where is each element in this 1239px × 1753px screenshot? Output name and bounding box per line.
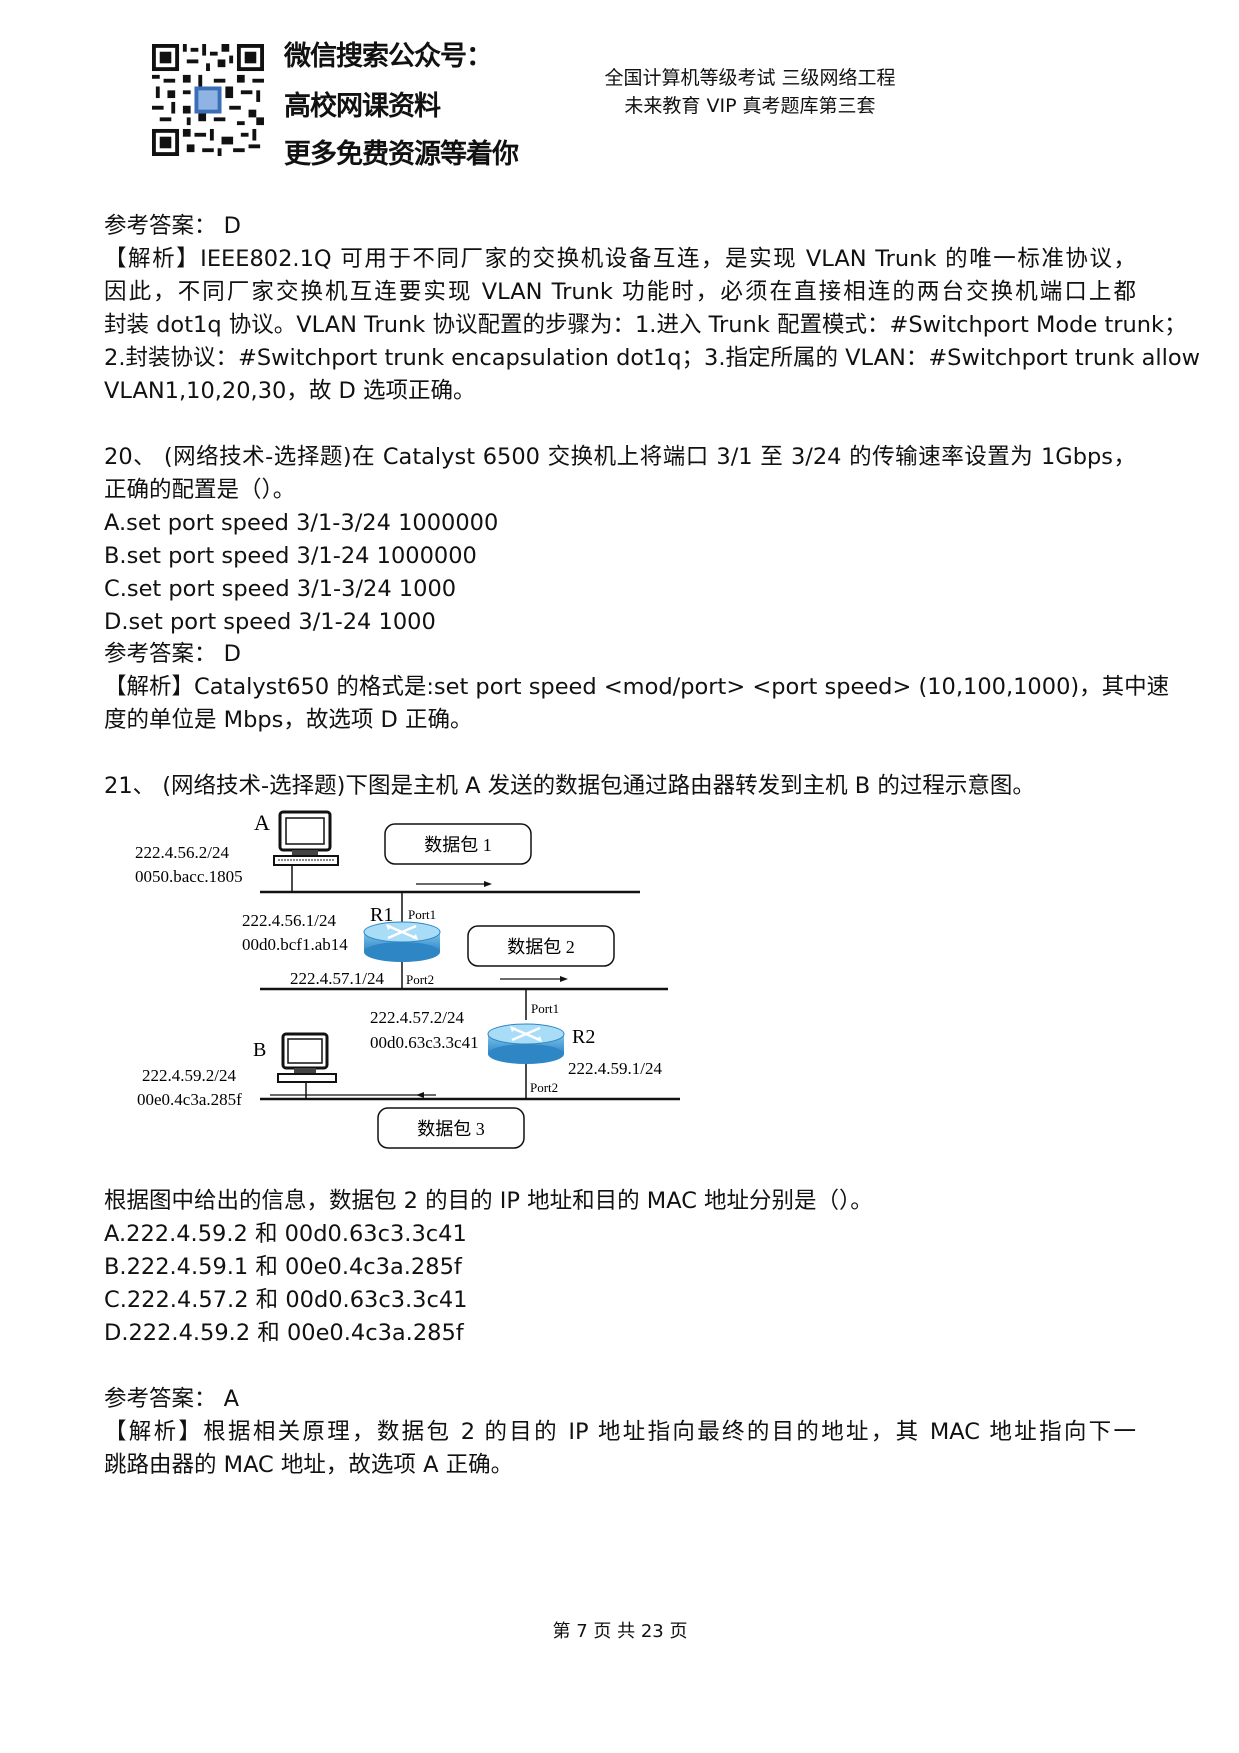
host-b-mac: 00e0.4c3a.285f [137, 1090, 242, 1109]
r2-mac1: 00d0.63c3.3c41 [370, 1033, 479, 1052]
q21-stem: 21、 (网络技术-选择题)下图是主机 A 发送的数据包通过路由器转发到主机 B… [104, 773, 1035, 799]
q19-analysis-line: VLAN1,10,20,30，故 D 选项正确。 [104, 378, 476, 404]
q20-option-b: B.set port speed 3/1-24 1000000 [104, 543, 477, 569]
r2-port1: Port1 [531, 1001, 559, 1016]
q20-option-d: D.set port speed 3/1-24 1000 [104, 609, 436, 635]
packet-3-label: 数据包 3 [417, 1119, 485, 1139]
header-title-line-2: 未来教育 VIP 真考题库第三套 [624, 95, 876, 117]
packet-1-label: 数据包 1 [424, 835, 492, 855]
r1-mac1: 00d0.bcf1.ab14 [242, 935, 348, 954]
q20-option-a: A.set port speed 3/1-3/24 1000000 [104, 510, 499, 536]
network-diagram: A 222.4.56.2/24 0050.bacc.1805 数据包 1 R1 … [135, 810, 680, 1149]
q21-option-d: D.222.4.59.2 和 00e0.4c3a.285f [104, 1320, 464, 1346]
q21-option-c: C.222.4.57.2 和 00d0.63c3.3c41 [104, 1287, 468, 1313]
host-a-ip: 222.4.56.2/24 [135, 843, 229, 862]
r2-ip1: 222.4.57.2/24 [370, 1008, 464, 1027]
host-b-label: B [253, 1039, 266, 1061]
q21-analysis-line: 跳路由器的 MAC 地址，故选项 A 正确。 [104, 1452, 514, 1478]
q21-analysis-line: 【解析】根据相关原理，数据包 2 的目的 IP 地址指向最终的目的地址，其 MA… [104, 1419, 1136, 1445]
promo-line-1: 微信搜索公众号： [284, 41, 493, 72]
router-r1-icon [363, 921, 441, 962]
q21-option-b: B.222.4.59.1 和 00e0.4c3a.285f [104, 1254, 462, 1280]
qr-code [152, 44, 264, 156]
q20-analysis-line: 【解析】Catalyst650 的格式是:set port speed <mod… [104, 674, 1170, 700]
host-a-computer-icon [273, 810, 339, 866]
r2-ip2: 222.4.59.1/24 [568, 1059, 662, 1078]
host-a-label: A [254, 810, 270, 835]
promo-line-2: 高校网课资料 [284, 91, 441, 122]
promo-line-3: 更多免费资源等着你 [284, 139, 519, 170]
r2-label: R2 [572, 1026, 595, 1048]
r1-port2: Port2 [406, 972, 434, 987]
page-number: 第 7 页 共 23 页 [552, 1621, 688, 1642]
router-r2-icon [487, 1023, 565, 1064]
q21-answer: 参考答案： A [104, 1386, 240, 1412]
packet-2-label: 数据包 2 [507, 937, 575, 957]
q19-answer: 参考答案： D [104, 213, 241, 239]
host-b-computer-icon [277, 1032, 337, 1083]
q20-stem: 20、 (网络技术-选择题)在 Catalyst 6500 交换机上将端口 3/… [104, 444, 1136, 470]
r1-port1: Port1 [408, 907, 436, 922]
r1-ip2: 222.4.57.1/24 [290, 969, 384, 988]
q20-option-c: C.set port speed 3/1-3/24 1000 [104, 576, 457, 602]
q19-analysis-line: 因此，不同厂家交换机互连要实现 VLAN Trunk 功能时，必须在直接相连的两… [104, 279, 1136, 305]
q19-analysis-line: 2.封装协议：#Switchport trunk encapsulation d… [104, 345, 1201, 371]
q21-option-a: A.222.4.59.2 和 00d0.63c3.3c41 [104, 1221, 467, 1247]
q19-analysis-line: 【解析】IEEE802.1Q 可用于不同厂家的交换机设备互连，是实现 VLAN … [104, 246, 1136, 272]
host-a-mac: 0050.bacc.1805 [135, 867, 243, 886]
host-b-ip: 222.4.59.2/24 [142, 1066, 236, 1085]
r2-port2: Port2 [530, 1080, 558, 1095]
r1-ip1: 222.4.56.1/24 [242, 911, 336, 930]
q20-analysis-line: 度的单位是 Mbps，故选项 D 正确。 [104, 707, 473, 733]
header-title-line-1: 全国计算机等级考试 三级网络工程 [604, 67, 896, 89]
q20-stem: 正确的配置是（）。 [104, 477, 296, 503]
q20-answer: 参考答案： D [104, 641, 241, 667]
q21-question: 根据图中给出的信息，数据包 2 的目的 IP 地址和目的 MAC 地址分别是（）… [104, 1188, 873, 1214]
q19-analysis-line: 封装 dot1q 协议。VLAN Trunk 协议配置的步骤为：1.进入 Tru… [104, 312, 1187, 338]
